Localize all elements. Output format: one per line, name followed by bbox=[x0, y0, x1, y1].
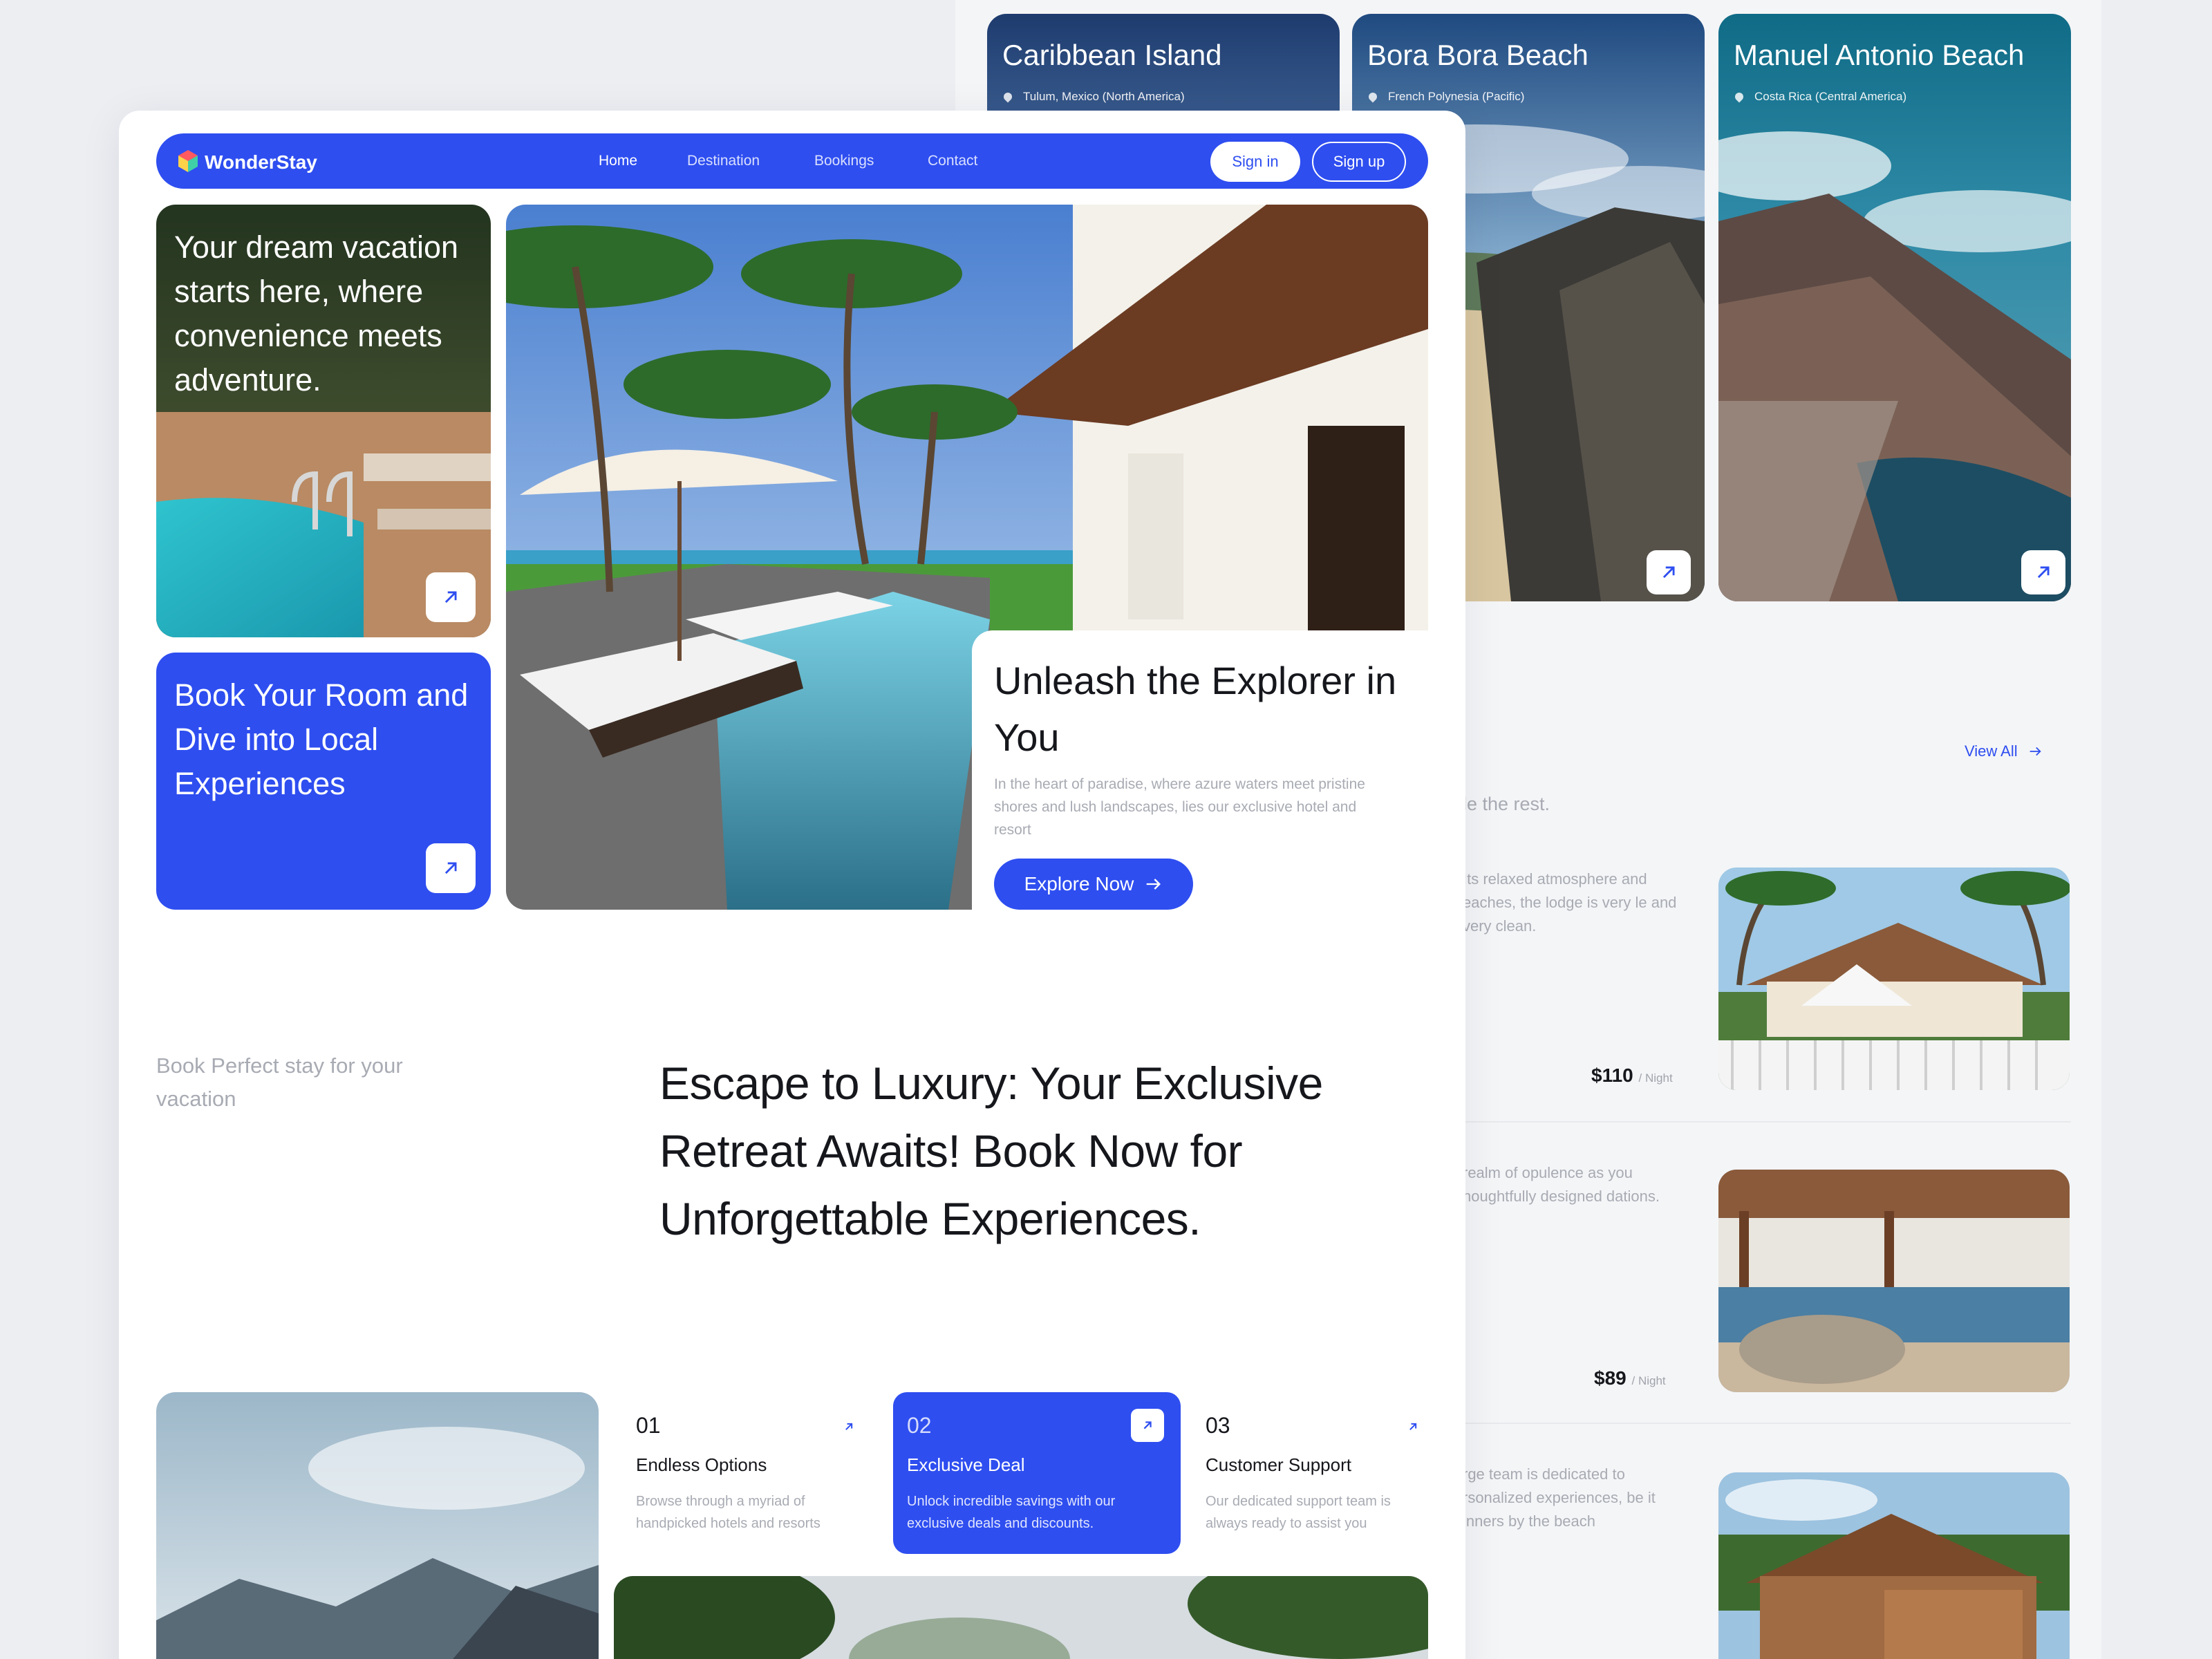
nav-item-destination[interactable]: Destination bbox=[687, 153, 760, 169]
hotel-description: rge team is dedicated to rsonalized expe… bbox=[1463, 1465, 1656, 1530]
nav-item-contact[interactable]: Contact bbox=[928, 153, 977, 169]
destination-card-manuel-antonio[interactable]: Manuel Antonio Beach Costa Rica (Central… bbox=[1718, 14, 2071, 601]
explore-now-label: Explore Now bbox=[1024, 873, 1134, 894]
destination-location: Tulum, Mexico (North America) bbox=[1002, 90, 1185, 104]
arrow-right-icon bbox=[2030, 747, 2041, 756]
navbar: WonderStay Home Destination Bookings Con… bbox=[156, 133, 1428, 189]
book-room-card[interactable]: Book Your Room and Dive into Local Exper… bbox=[156, 653, 491, 910]
view-all-label: View All bbox=[1965, 742, 2018, 760]
palm-image bbox=[614, 1576, 1428, 1659]
arrow-right-icon bbox=[1147, 879, 1161, 890]
destination-location: Costa Rica (Central America) bbox=[1733, 90, 1906, 104]
explorer-subtext: In the heart of paradise, where azure wa… bbox=[994, 776, 1365, 838]
location-pin-icon bbox=[1367, 91, 1379, 103]
feature-number: 03 bbox=[1206, 1413, 1230, 1438]
sign-up-button[interactable]: Sign up bbox=[1312, 142, 1406, 182]
destination-name: Bora Bora Beach bbox=[1367, 39, 1588, 71]
divider bbox=[1459, 1121, 2071, 1123]
brand-name: WonderStay bbox=[205, 151, 317, 173]
arrow-up-right-icon[interactable] bbox=[426, 843, 476, 893]
logo-cube-icon bbox=[178, 150, 198, 172]
hotel-thumbnail[interactable] bbox=[1718, 868, 2070, 1090]
destination-name: Manuel Antonio Beach bbox=[1734, 39, 2025, 71]
escape-to-luxury-headline: Escape to Luxury: Your Exclusive Retreat… bbox=[659, 1058, 1323, 1244]
feature-title: Endless Options bbox=[636, 1454, 767, 1475]
arrow-up-right-icon bbox=[1409, 1423, 1417, 1430]
arrow-up-right-icon[interactable] bbox=[1647, 550, 1691, 594]
mountain-image bbox=[156, 1392, 599, 1659]
feature-description: Our dedicated support team is always rea… bbox=[1206, 1494, 1391, 1531]
location-pin-icon bbox=[1733, 91, 1745, 103]
view-all-link[interactable]: View All bbox=[1965, 742, 2043, 760]
location-pin-icon bbox=[1002, 91, 1014, 103]
feature-number: 01 bbox=[636, 1413, 661, 1438]
hotel-price: $110 / Night bbox=[1591, 1065, 1673, 1086]
feature-description: Unlock incredible savings with our exclu… bbox=[907, 1494, 1116, 1531]
sign-in-button[interactable]: Sign in bbox=[1210, 142, 1300, 182]
book-perfect-stay-label: Book Perfect stay for your vacation bbox=[156, 1053, 403, 1111]
hotel-thumbnail[interactable] bbox=[1718, 1472, 2070, 1659]
dream-vacation-card[interactable]: Your dream vacation starts here, where c… bbox=[156, 205, 491, 637]
hotel-description: realm of opulence as you houghtfully des… bbox=[1463, 1164, 1660, 1205]
nav-item-bookings[interactable]: Bookings bbox=[814, 153, 874, 169]
feature-endless-options[interactable]: 01 Endless Options Browse through a myri… bbox=[636, 1413, 864, 1551]
destination-name: Caribbean Island bbox=[1002, 39, 1222, 71]
arrow-up-right-icon[interactable] bbox=[2021, 550, 2065, 594]
nav-item-home[interactable]: Home bbox=[599, 153, 637, 169]
explore-now-button[interactable]: Explore Now bbox=[994, 859, 1193, 910]
dream-vacation-text: Your dream vacation starts here, where c… bbox=[174, 229, 459, 397]
feature-customer-support[interactable]: 03 Customer Support Our dedicated suppor… bbox=[1206, 1413, 1434, 1551]
explorer-headline: Unleash the Explorer in You bbox=[994, 659, 1397, 759]
hotel-description: Its relaxed atmosphere and eaches, the l… bbox=[1463, 870, 1677, 935]
hotels-subtitle: ile the rest. bbox=[1459, 794, 1550, 814]
book-room-text: Book Your Room and Dive into Local Exper… bbox=[174, 677, 469, 801]
hotel-thumbnail[interactable] bbox=[1718, 1170, 2070, 1392]
destination-location: French Polynesia (Pacific) bbox=[1367, 90, 1524, 104]
feature-description: Browse through a myriad of handpicked ho… bbox=[636, 1494, 821, 1531]
arrow-up-right-icon bbox=[845, 1423, 853, 1430]
arrow-up-right-icon[interactable] bbox=[1131, 1409, 1164, 1442]
feature-title: Exclusive Deal bbox=[907, 1454, 1025, 1475]
feature-exclusive-deal[interactable]: 02 Exclusive Deal Unlock incredible savi… bbox=[893, 1392, 1181, 1554]
hotel-price: $89 / Night bbox=[1594, 1367, 1666, 1389]
divider bbox=[1459, 1423, 2071, 1424]
arrow-up-right-icon[interactable] bbox=[426, 572, 476, 622]
feature-title: Customer Support bbox=[1206, 1454, 1351, 1475]
feature-number: 02 bbox=[907, 1413, 932, 1438]
